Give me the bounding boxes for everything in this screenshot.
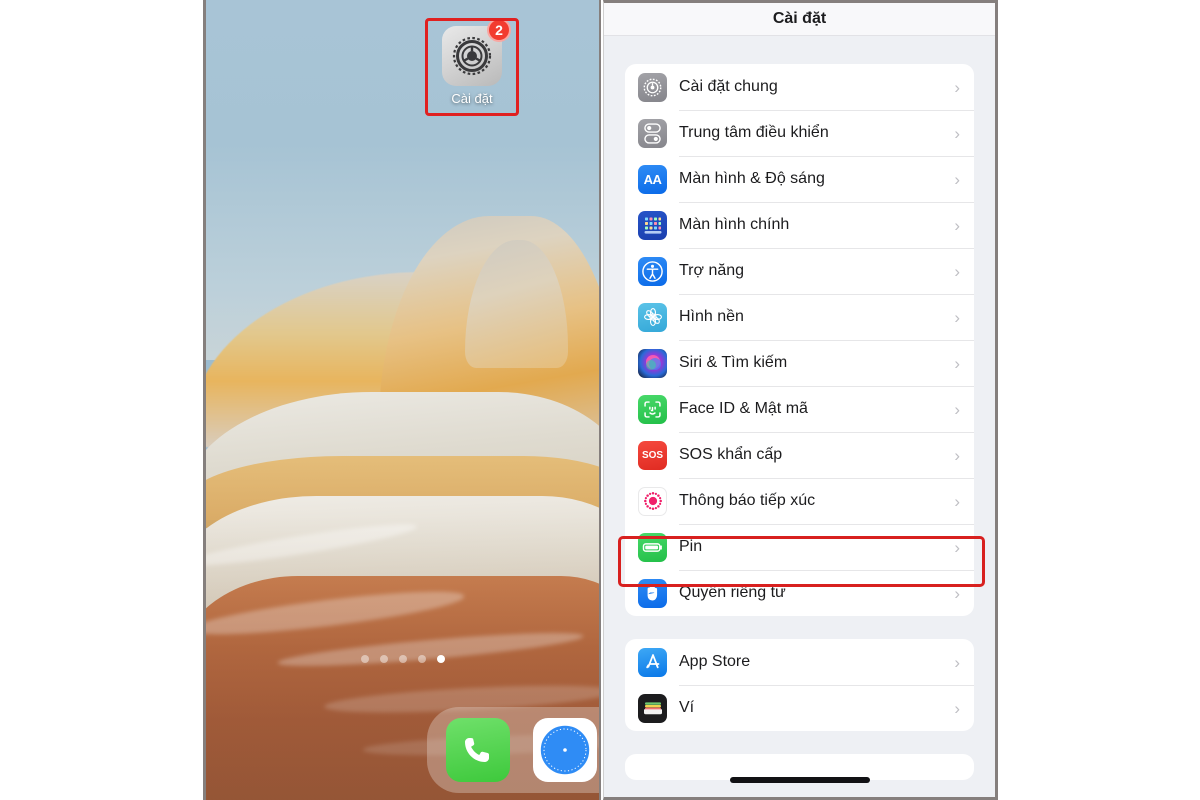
settings-row-emergency-sos[interactable]: SOS SOS khẩn cấp ›: [625, 432, 974, 478]
dock: 343: [427, 707, 599, 793]
iphone-settings-screen: Cài đặt Cài đặt chung › Trung tâm điều k…: [603, 0, 998, 800]
accessibility-icon: [638, 256, 667, 286]
iphone-home-screen: 2 Cài đặt: [203, 0, 601, 800]
chevron-right-icon: ›: [954, 583, 960, 603]
settings-row-home-screen[interactable]: Màn hình chính ›: [625, 202, 974, 248]
settings-nav-bar: Cài đặt: [604, 3, 995, 36]
page-dot: [379, 655, 388, 663]
exposure-notification-icon: [638, 486, 667, 516]
settings-row-label: Màn hình & Độ sáng: [679, 170, 825, 187]
settings-row-label: Quyền riêng tư: [679, 584, 786, 601]
battery-icon: [638, 532, 667, 562]
chevron-right-icon: ›: [954, 491, 960, 511]
settings-row-label: Hình nền: [679, 308, 744, 325]
settings-row-privacy[interactable]: Quyền riêng tư ›: [625, 570, 974, 616]
settings-row-wallpaper[interactable]: Hình nền ›: [625, 294, 974, 340]
settings-row-app-store[interactable]: App Store ›: [625, 639, 974, 685]
settings-row-exposure-notifications[interactable]: Thông báo tiếp xúc ›: [625, 478, 974, 524]
chevron-right-icon: ›: [954, 123, 960, 143]
settings-icon-wrap: 2: [442, 18, 511, 86]
settings-group-store: App Store › Ví ›: [625, 639, 974, 731]
settings-row-control-center[interactable]: Trung tâm điều khiển ›: [625, 110, 974, 156]
home-indicator: [729, 777, 870, 783]
settings-row-label: App Store: [679, 653, 751, 670]
settings-row-label: Màn hình chính: [679, 216, 790, 233]
settings-group-system: Cài đặt chung › Trung tâm điều khiển › A…: [625, 64, 974, 616]
page-dot-active: [436, 655, 445, 663]
face-id-icon: [638, 394, 667, 424]
screenshot-root: 2 Cài đặt Cài đặt Cài đặt chung › Trung …: [0, 0, 1200, 800]
settings-row-battery[interactable]: Pin ›: [625, 524, 974, 570]
page-dot: [417, 655, 426, 663]
settings-row-label: Face ID & Mật mã: [679, 400, 808, 417]
chevron-right-icon: ›: [954, 307, 960, 327]
home-settings-app-icon[interactable]: 2 Cài đặt: [439, 18, 511, 108]
chevron-right-icon: ›: [954, 445, 960, 465]
wallpaper-image: [206, 0, 599, 800]
settings-row-label: Trung tâm điều khiển: [679, 124, 829, 141]
settings-row-label: Pin: [679, 538, 703, 555]
chevron-right-icon: ›: [954, 77, 960, 97]
wallet-icon: [638, 693, 667, 723]
phone-app-icon[interactable]: [446, 718, 511, 782]
sos-icon: SOS: [638, 440, 667, 470]
settings-row-display-brightness[interactable]: AA Màn hình & Độ sáng ›: [625, 156, 974, 202]
hand-icon: [638, 578, 667, 608]
chevron-right-icon: ›: [954, 537, 960, 557]
settings-row-label: Siri & Tìm kiếm: [679, 354, 788, 371]
settings-row-label: SOS khẩn cấp: [679, 446, 783, 463]
page-dot: [398, 655, 407, 663]
chevron-right-icon: ›: [954, 399, 960, 419]
chevron-right-icon: ›: [954, 353, 960, 373]
page-title: Cài đặt: [772, 10, 827, 27]
settings-row-general[interactable]: Cài đặt chung ›: [625, 64, 974, 110]
toggles-icon: [638, 118, 667, 148]
settings-row-label: Trợ năng: [679, 262, 745, 279]
chevron-right-icon: ›: [954, 261, 960, 281]
settings-row-label: Ví: [679, 699, 695, 716]
settings-badge-count: 2: [487, 18, 511, 42]
settings-row-label: Cài đặt chung: [679, 78, 778, 95]
chevron-right-icon: ›: [954, 698, 960, 718]
chevron-right-icon: ›: [954, 652, 960, 672]
phone-icon: [465, 738, 490, 762]
settings-row-label: Thông báo tiếp xúc: [679, 492, 816, 509]
aa-text-icon: AA: [638, 164, 667, 194]
gear-icon: [638, 72, 667, 102]
page-dot: [360, 655, 369, 663]
settings-row-siri-search[interactable]: Siri & Tìm kiếm ›: [625, 340, 974, 386]
settings-row-wallet[interactable]: Ví ›: [625, 685, 974, 731]
app-store-icon: [638, 647, 667, 677]
compass-icon: [538, 724, 591, 776]
siri-orb-icon: [638, 348, 667, 378]
chevron-right-icon: ›: [954, 169, 960, 189]
settings-row-accessibility[interactable]: Trợ năng ›: [625, 248, 974, 294]
flower-icon: [638, 302, 667, 332]
app-grid-icon: [638, 210, 667, 240]
settings-app-label: Cài đặt: [451, 91, 493, 106]
settings-row-face-id-passcode[interactable]: Face ID & Mật mã ›: [625, 386, 974, 432]
chevron-right-icon: ›: [954, 215, 960, 235]
safari-app-icon[interactable]: [532, 718, 597, 782]
page-dots-indicator: [206, 655, 599, 663]
